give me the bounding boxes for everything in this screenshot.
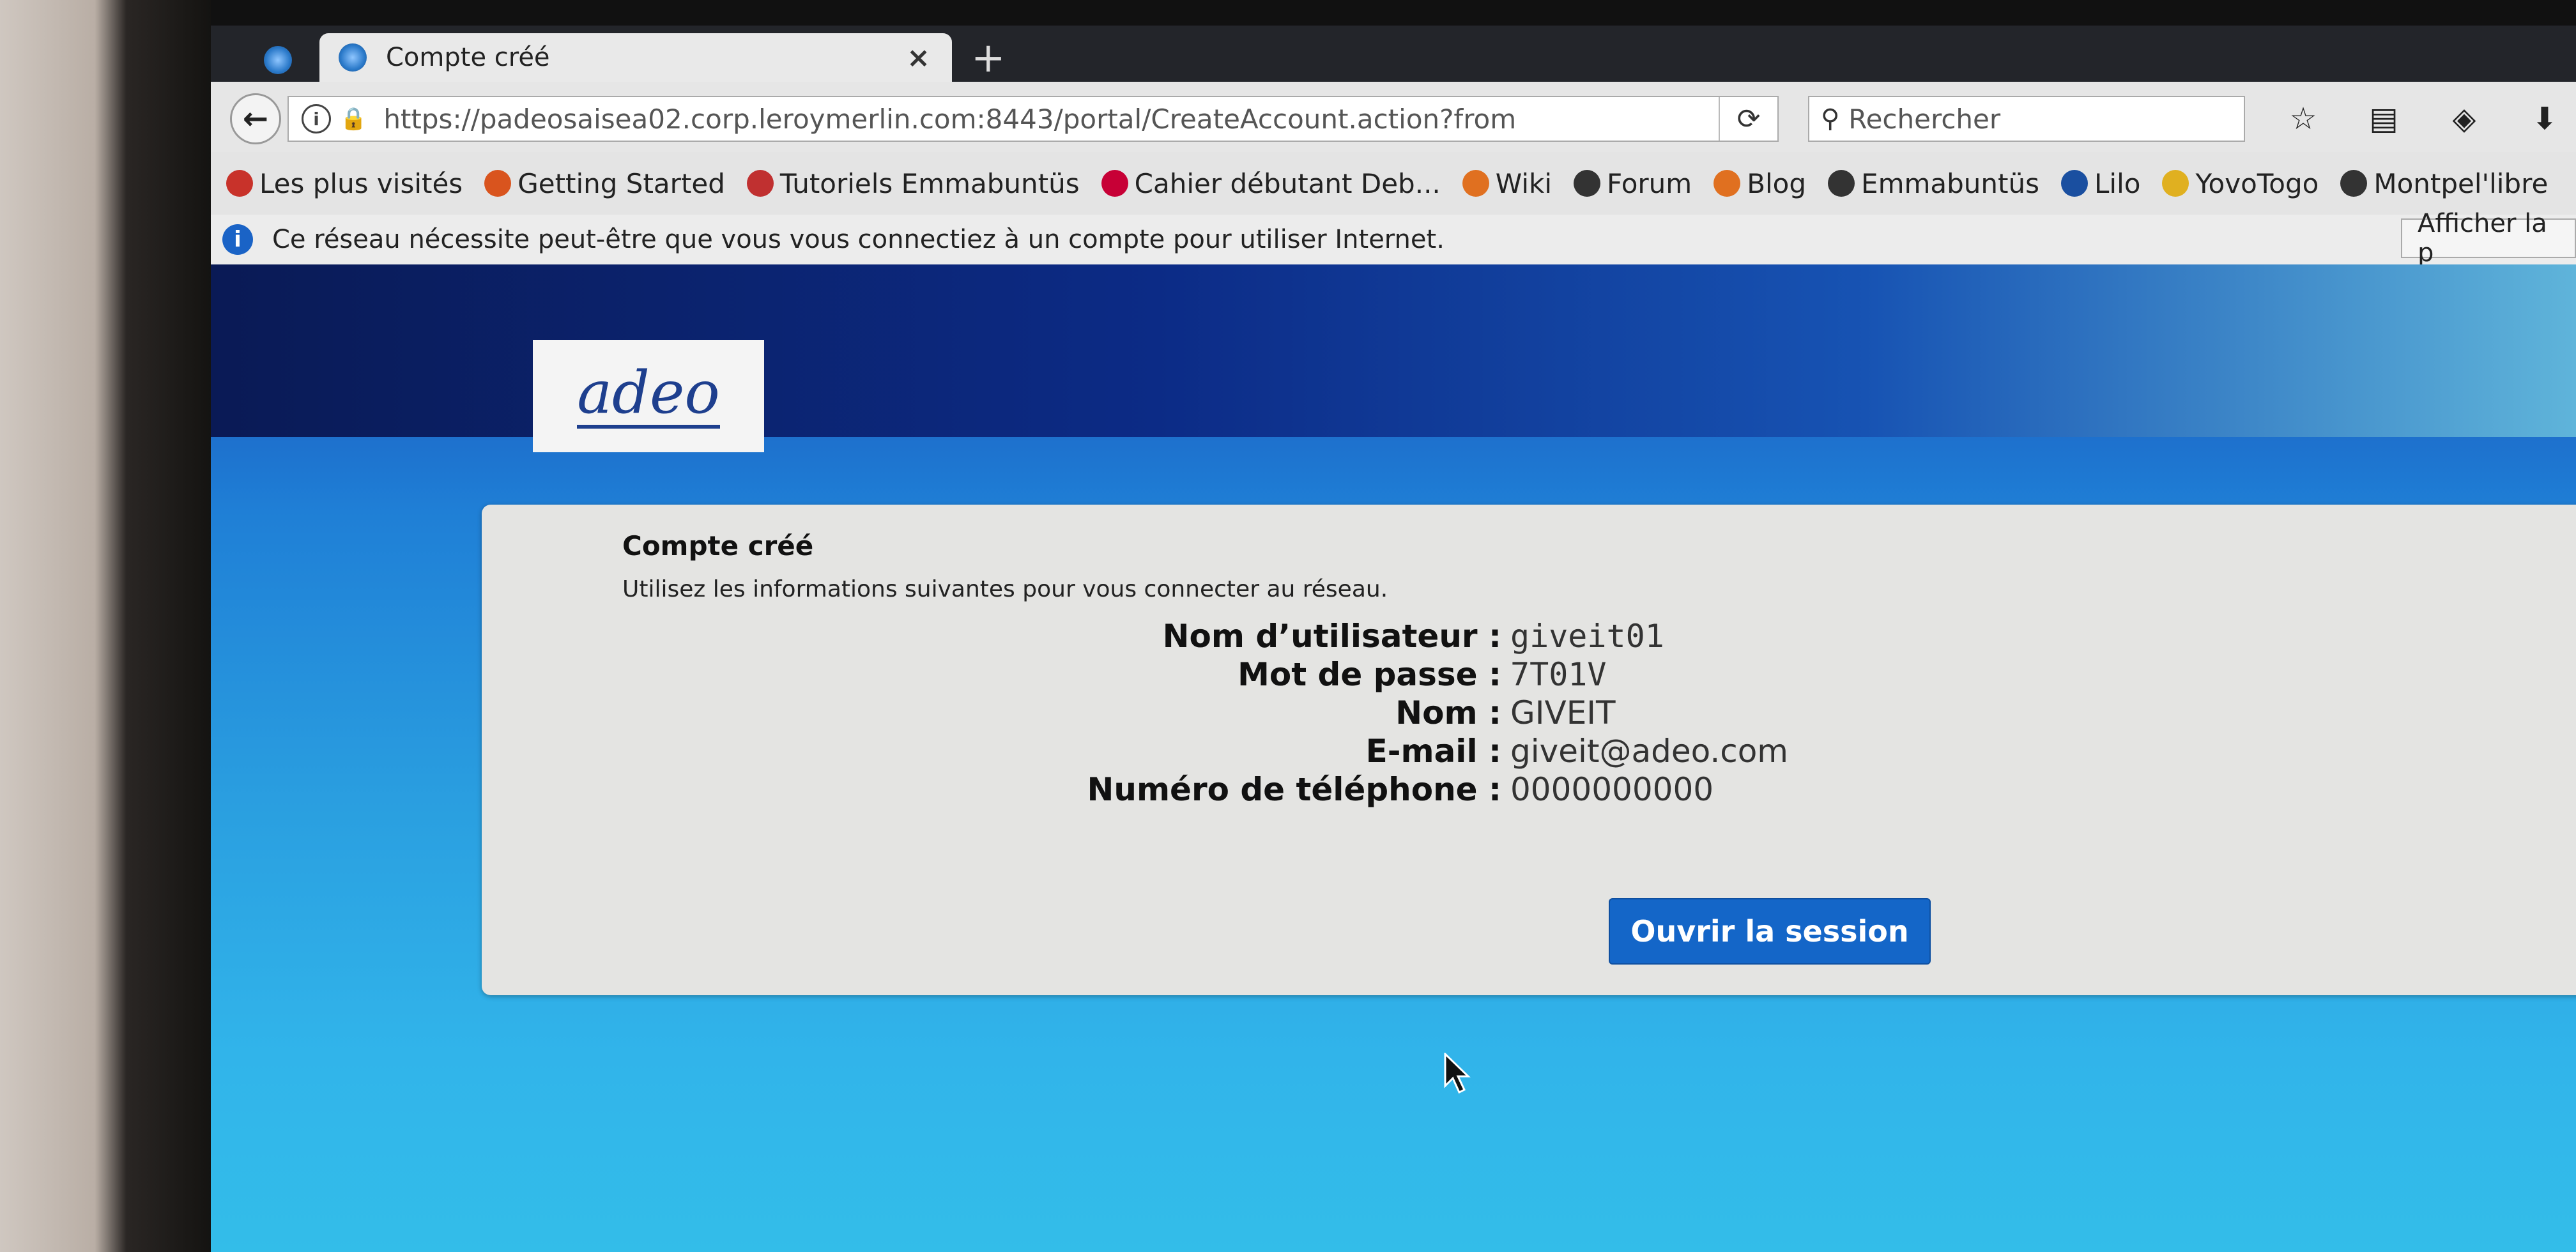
laptop-bezel-left [0, 0, 211, 1252]
adeo-logo: adeo [533, 340, 764, 452]
bookmark-star-icon[interactable]: ☆ [2281, 100, 2326, 138]
bookmark-item[interactable]: Montpel'libre [2340, 168, 2548, 199]
yovotogo-icon [2162, 170, 2189, 197]
most-visited-icon [226, 170, 253, 197]
bookmark-item[interactable]: Blog [1713, 168, 1806, 199]
bookmark-label: Forum [1607, 167, 1692, 199]
tab-active[interactable]: Compte créé × [319, 33, 952, 82]
bookmark-item[interactable]: Cahier débutant Deb... [1101, 168, 1441, 199]
browser-window: Compte créé × + ← i 🔒 https://padeosaise… [211, 26, 2576, 1252]
reload-icon[interactable]: ⟳ [1719, 97, 1777, 141]
toolbar-icons: ☆ ▤ ◈ ⬇ ⌂ ⛉ [2281, 100, 2576, 138]
phone-label: Numéro de téléphone : [1087, 771, 1502, 808]
arrow-left-icon: ← [242, 101, 269, 137]
bookmark-label: Emmabuntüs [1861, 167, 2040, 199]
lilo-icon [2061, 170, 2089, 197]
bookmark-label: Montpel'libre [2373, 167, 2549, 199]
field-row-password: Mot de passe : 7T01V [482, 655, 2576, 694]
phone-value: 0000000000 [1510, 771, 1714, 808]
account-created-card: Compte créé Utilisez les informations su… [482, 505, 2576, 995]
wiki-icon [1462, 170, 1489, 197]
bookmark-label: YovoTogo [2195, 167, 2319, 199]
site-favicon-icon [339, 43, 367, 72]
bookmarks-toolbar: Les plus visités Getting Started Tutoriels… [211, 152, 2576, 215]
globe-icon [1574, 170, 1601, 197]
username-value: giveit01 [1510, 618, 1664, 655]
info-icon[interactable]: i [302, 104, 331, 134]
info-icon: i [222, 224, 253, 255]
username-label: Nom d’utilisateur : [1162, 618, 1501, 655]
lock-icon: 🔒 [340, 106, 367, 132]
bookmark-item[interactable]: Tutoriels Emmabuntüs [746, 167, 1080, 199]
bookmark-item[interactable]: Lilo [2061, 168, 2140, 199]
reading-list-icon[interactable]: ▤ [2361, 100, 2406, 138]
url-text[interactable]: https://padeosaisea02.corp.leroymerlin.c… [383, 103, 1719, 135]
email-label: E-mail : [1365, 733, 1501, 770]
tab-title: Compte créé [386, 43, 550, 72]
mouse-cursor-icon [1444, 1053, 1471, 1094]
download-icon[interactable]: ⬇ [2522, 100, 2567, 138]
field-row-name: Nom : GIVEIT [482, 694, 2576, 732]
emmabuntus-icon [746, 170, 774, 197]
wikipedia-icon [1828, 170, 1855, 197]
bookmark-label: Blog [1747, 167, 1807, 199]
bookmark-label: Cahier débutant Deb... [1134, 167, 1441, 199]
bookmark-item[interactable]: Getting Started [484, 168, 725, 199]
open-session-button[interactable]: Ouvrir la session [1609, 898, 1931, 965]
bookmark-label: Tutoriels Emmabuntüs [779, 167, 1080, 199]
tab-strip: Compte créé × + [211, 26, 2576, 82]
globe-icon [2340, 170, 2368, 197]
close-icon[interactable]: × [907, 42, 930, 74]
bookmark-item[interactable]: Emmabuntüs [1828, 168, 2039, 199]
portal-page: adeo Compte créé Utilisez les informatio… [211, 264, 2576, 1252]
new-tab-button[interactable]: + [971, 34, 1006, 82]
debian-icon [1101, 170, 1128, 197]
bookmark-label: Les plus visités [259, 167, 463, 199]
captive-portal-notification: i Ce réseau nécessite peut-être que vous… [211, 209, 2576, 268]
search-icon: ⚲ [1821, 104, 1840, 134]
field-row-phone: Numéro de téléphone : 0000000000 [482, 770, 2576, 809]
firefox-icon [484, 170, 512, 197]
bookmark-item[interactable]: Wiki [1462, 168, 1552, 199]
field-row-username: Nom d’utilisateur : giveit01 [482, 617, 2576, 655]
site-favicon-icon [264, 46, 292, 74]
show-login-page-button[interactable]: Afficher la p [2401, 209, 2576, 268]
password-value: 7T01V [1510, 656, 1607, 693]
card-subtitle: Utilisez les informations suivantes pour… [622, 576, 1388, 602]
search-bar[interactable]: ⚲ Rechercher [1808, 96, 2245, 142]
email-value: giveit@adeo.com [1510, 733, 1789, 770]
account-details: Nom d’utilisateur : giveit01 Mot de pass… [482, 617, 2576, 809]
logo-text: adeo [577, 363, 720, 429]
name-label: Nom : [1395, 694, 1501, 731]
field-row-email: E-mail : giveit@adeo.com [482, 732, 2576, 770]
password-label: Mot de passe : [1238, 656, 1501, 693]
search-placeholder: Rechercher [1848, 103, 2001, 135]
tab-pinned[interactable] [249, 38, 307, 82]
bookmark-label: Lilo [2094, 167, 2141, 199]
pocket-icon[interactable]: ◈ [2442, 100, 2487, 138]
navigation-toolbar: ← i 🔒 https://padeosaisea02.corp.leroyme… [211, 82, 2576, 153]
bookmark-item[interactable]: Forum [1574, 168, 1692, 199]
url-bar[interactable]: i 🔒 https://padeosaisea02.corp.leroymerl… [288, 96, 1779, 142]
back-button[interactable]: ← [230, 93, 281, 144]
bookmark-item[interactable]: Les plus visités [226, 168, 463, 199]
name-value: GIVEIT [1510, 694, 1616, 731]
bookmark-label: Wiki [1495, 167, 1552, 199]
notification-text: Ce réseau nécessite peut-être que vous v… [272, 225, 1445, 254]
card-title: Compte créé [622, 530, 814, 561]
bookmark-label: Getting Started [518, 167, 725, 199]
bookmark-item[interactable]: YovoTogo [2162, 168, 2319, 199]
blog-icon [1713, 170, 1741, 197]
